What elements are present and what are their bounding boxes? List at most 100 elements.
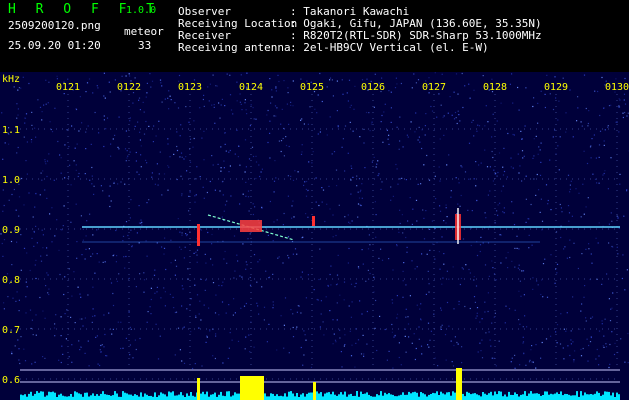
noise-dot [48,153,50,155]
noise-dot [54,323,56,325]
noise-floor-bar [98,395,100,400]
noise-floor-bar [66,396,68,400]
noise-dot [35,314,37,316]
noise-dot [556,342,558,344]
noise-dot [491,260,493,262]
noise-dot [155,323,157,325]
noise-dot [363,353,365,355]
noise-floor-bar [606,391,608,400]
noise-floor-bar [344,391,346,400]
noise-dot [327,285,329,287]
noise-dot [212,282,215,284]
noise-dot [603,144,605,146]
noise-dot [18,299,20,301]
x-tick-label: 0125 [300,82,324,93]
noise-dot [18,348,20,350]
noise-dot [447,112,449,114]
noise-dot [336,319,338,321]
noise-floor-bar [350,393,352,400]
noise-dot [607,126,609,128]
noise-dot [473,135,475,137]
noise-dot [163,287,165,289]
noise-dot [520,295,522,297]
noise-dot [608,242,610,244]
noise-dot [358,178,361,180]
noise-dot [23,247,26,249]
noise-dot [396,295,398,297]
noise-dot [604,170,606,172]
noise-dot [82,239,84,241]
noise-floor-bar [488,393,490,400]
noise-dot [18,87,20,89]
noise-dot [220,167,222,169]
noise-dot [470,244,472,247]
noise-dot [582,183,584,185]
noise-dot [532,288,534,290]
noise-dot [627,332,629,335]
noise-dot [202,98,204,101]
noise-dot [595,157,597,159]
noise-floor-bar [204,394,206,400]
noise-dot [161,246,163,248]
noise-floor-bar [24,394,26,400]
noise-dot [161,85,163,87]
noise-dot [109,91,111,93]
noise-dot [402,232,404,234]
noise-dot [537,284,539,286]
noise-dot [572,341,574,343]
noise-dot [91,321,93,323]
noise-floor-bar [572,395,574,400]
noise-floor-bar [378,395,380,400]
noise-dot [221,285,223,287]
noise-floor-bar [160,392,162,400]
noise-dot [99,349,101,351]
noise-dot [80,215,82,217]
noise-dot [213,106,215,108]
noise-dot [344,344,346,346]
noise-dot [174,354,176,356]
noise-dot [599,114,601,117]
noise-dot [375,166,377,168]
noise-dot [307,190,309,192]
noise-dot [59,273,61,276]
noise-floor-bar [462,393,464,400]
noise-dot [570,343,572,345]
noise-dot [98,261,100,263]
noise-dot [71,361,73,363]
noise-dot [31,363,33,365]
noise-dot [518,109,520,111]
noise-floor-bar [30,391,32,400]
noise-dot [115,229,117,232]
noise-dot [485,332,487,334]
noise-dot [68,356,70,358]
noise-dot [434,258,436,260]
noise-dot [106,117,109,119]
noise-dot [247,238,249,240]
noise-dot [56,78,58,80]
noise-dot [285,136,287,138]
noise-dot [287,195,289,197]
noise-dot [552,108,555,111]
noise-dot [127,155,129,157]
noise-dot [247,190,250,192]
noise-dot [326,134,328,136]
noise-dot [11,193,13,196]
noise-dot [31,111,33,113]
noise-dot [517,86,519,89]
noise-dot [348,305,350,307]
noise-dot [92,308,94,310]
noise-dot [185,233,187,235]
noise-dot [51,207,53,209]
noise-dot [512,212,514,214]
noise-dot [96,229,98,231]
noise-dot [290,104,292,106]
noise-dot [196,294,199,296]
noise-dot [344,216,346,218]
noise-dot [585,320,587,322]
noise-dot [361,183,363,185]
noise-dot [32,334,34,336]
noise-dot [434,357,436,359]
noise-floor-bar [164,394,166,400]
noise-dot [607,125,609,127]
noise-dot [573,359,575,361]
